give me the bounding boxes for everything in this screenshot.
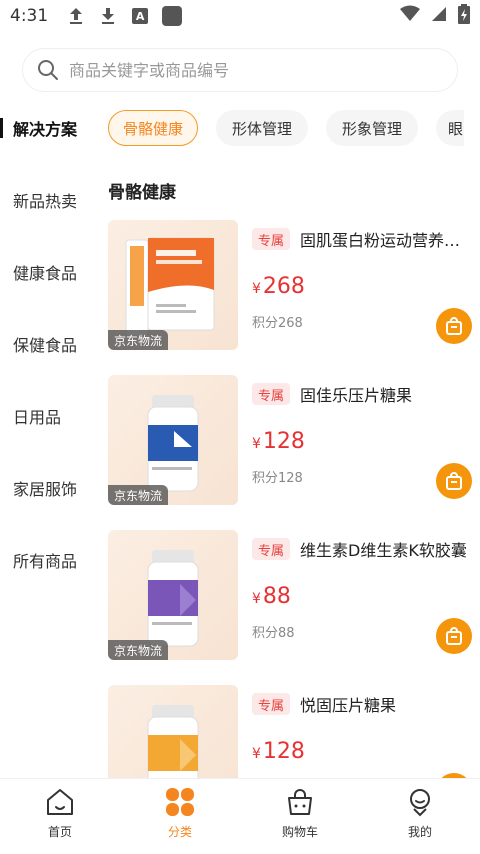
product-card[interactable]: 京东物流 专属 固肌蛋白粉运动营养食品 ¥268 积分268 (106, 220, 472, 354)
tab-body-management[interactable]: 形体管理 (216, 110, 308, 146)
category-sidebar: 解决方案 新品热卖 健康食品 保健食品 日用品 家居服饰 所有商品 (0, 106, 94, 778)
add-to-cart-button[interactable] (436, 308, 472, 344)
nav-category-label: 分类 (167, 825, 192, 839)
a-icon: A (130, 6, 150, 26)
app-square-icon (162, 6, 183, 26)
product-points: 积分268 (252, 316, 303, 331)
add-to-cart-button[interactable] (436, 618, 472, 654)
exclusive-tag: 专属 (252, 538, 291, 560)
nav-cart[interactable]: 购物车 (240, 787, 360, 840)
exclusive-tag: 专属 (252, 383, 291, 405)
exclusive-tag: 专属 (252, 228, 291, 250)
nav-profile-label: 我的 (407, 825, 432, 839)
category-icon (166, 788, 194, 816)
status-bar: 4:31 A (0, 0, 480, 32)
product-image[interactable]: 京东物流 (108, 530, 238, 660)
sidebar-item-home-apparel[interactable]: 家居服饰 (0, 468, 94, 508)
home-icon (47, 789, 73, 815)
shopping-bag-icon (446, 317, 462, 335)
product-price: ¥128 (252, 429, 305, 454)
product-name[interactable]: 维生素D维生素K软胶囊 (300, 537, 472, 561)
logistics-badge: 京东物流 (108, 640, 169, 660)
nav-category[interactable]: 分类 (120, 787, 240, 840)
sidebar-item-health-food[interactable]: 健康食品 (0, 252, 94, 292)
product-image[interactable] (108, 685, 238, 778)
product-name[interactable]: 固肌蛋白粉运动营养食品 (300, 227, 472, 251)
product-price: ¥128 (252, 739, 305, 764)
tab-bone-health[interactable]: 骨骼健康 (108, 110, 198, 146)
sidebar-item-solutions[interactable]: 解决方案 (0, 108, 94, 148)
sidebar-item-new-hot[interactable]: 新品热卖 (0, 180, 94, 220)
sidebar-item-daily-goods[interactable]: 日用品 (0, 396, 94, 436)
nav-home[interactable]: 首页 (0, 787, 120, 840)
product-price: ¥88 (252, 584, 291, 609)
product-name[interactable]: 固佳乐压片糖果 (300, 382, 472, 406)
bottom-nav: 首页 分类 购物车 我的 (0, 778, 480, 854)
nav-cart-label: 购物车 (281, 825, 318, 839)
product-image[interactable]: 京东物流 (108, 220, 238, 350)
cart-icon (288, 789, 312, 815)
logistics-badge: 京东物流 (108, 485, 169, 505)
tab-image-management[interactable]: 形象管理 (326, 110, 418, 146)
product-points: 积分88 (252, 626, 295, 641)
download-icon (98, 6, 118, 26)
subcategory-tabs: 骨骼健康 形体管理 形象管理 眼 (108, 110, 464, 146)
shopping-bag-icon (446, 627, 462, 645)
product-card[interactable]: 专属 悦固压片糖果 ¥128 (106, 685, 472, 778)
product-name[interactable]: 悦固压片糖果 (300, 692, 472, 716)
upload-icon (66, 6, 86, 26)
sidebar-item-supplements[interactable]: 保健食品 (0, 324, 94, 364)
logistics-badge: 京东物流 (108, 330, 169, 350)
product-price: ¥268 (252, 274, 305, 299)
product-points: 积分128 (252, 471, 303, 486)
nav-home-label: 首页 (47, 825, 72, 839)
product-card[interactable]: 京东物流 专属 维生素D维生素K软胶囊 ¥88 积分88 (106, 530, 472, 664)
signal-icon (430, 5, 448, 28)
nav-profile[interactable]: 我的 (360, 787, 480, 840)
tab-eye[interactable]: 眼 (436, 110, 464, 146)
profile-icon (410, 789, 430, 817)
search-input[interactable] (69, 60, 457, 80)
section-title: 骨骼健康 (108, 183, 176, 203)
battery-icon (458, 3, 470, 29)
wifi-icon (400, 5, 420, 28)
sidebar-item-all-products[interactable]: 所有商品 (0, 540, 94, 580)
shopping-bag-icon (446, 472, 462, 490)
status-time: 4:31 (10, 6, 49, 26)
search-bar[interactable] (22, 48, 458, 92)
product-list-panel: 骨骼健康 京东物流 专属 固肌蛋白粉运动营养食品 ¥268 积分268 京东物流… (94, 158, 480, 778)
add-to-cart-button[interactable] (436, 463, 472, 499)
product-card[interactable]: 京东物流 专属 固佳乐压片糖果 ¥128 积分128 (106, 375, 472, 509)
exclusive-tag: 专属 (252, 693, 291, 715)
product-image[interactable]: 京东物流 (108, 375, 238, 505)
search-icon (37, 59, 59, 81)
